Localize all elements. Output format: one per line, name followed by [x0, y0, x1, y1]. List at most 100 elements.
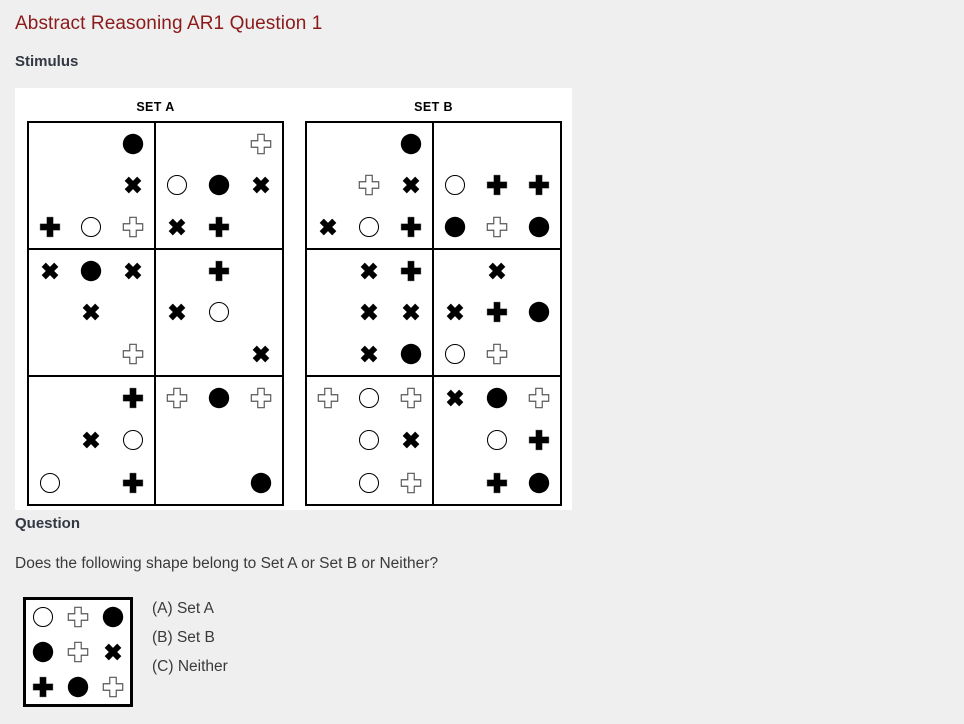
filled-plus-icon [480, 168, 514, 202]
shape-slot [434, 250, 476, 292]
shape-slot [156, 292, 198, 334]
shape-slot [476, 292, 518, 334]
stimulus-heading: Stimulus [15, 53, 79, 70]
shape-slot [390, 333, 432, 375]
shape-slot [26, 600, 61, 635]
filled-circle-icon [480, 381, 514, 415]
option-c[interactable]: (C) Neither [152, 652, 228, 681]
shape-slot [349, 333, 391, 375]
shape-slot [198, 419, 240, 461]
set-b-heading: SET B [414, 100, 453, 114]
shape-layout-grid [156, 377, 283, 504]
filled-plus-icon [202, 254, 236, 288]
set-a-heading: SET A [136, 100, 175, 114]
shape-layout-grid [434, 377, 561, 504]
shape-slot [307, 419, 349, 461]
x-cross-icon [244, 168, 278, 202]
shape-slot [390, 206, 432, 248]
shape-slot [112, 292, 154, 334]
set-b-cell-4 [433, 250, 560, 377]
filled-circle-icon [394, 337, 428, 371]
open-plus-icon [116, 210, 150, 244]
shape-slot [29, 206, 71, 248]
shape-slot [198, 292, 240, 334]
filled-plus-icon [116, 466, 150, 500]
shape-slot [434, 123, 476, 165]
shape-slot [390, 165, 432, 207]
x-cross-icon [438, 381, 472, 415]
open-circle-icon [480, 423, 514, 457]
shape-slot [198, 123, 240, 165]
set-b-grid [305, 121, 562, 506]
shape-slot [29, 419, 71, 461]
open-plus-icon [352, 168, 386, 202]
x-cross-icon [352, 295, 386, 329]
shape-slot [476, 123, 518, 165]
filled-circle-icon [522, 466, 556, 500]
shape-slot [307, 462, 349, 504]
shape-slot [112, 250, 154, 292]
shape-slot [71, 419, 113, 461]
open-plus-icon [522, 381, 556, 415]
set-a-cell-4 [155, 250, 282, 377]
shape-slot [61, 635, 96, 670]
page-root: Abstract Reasoning AR1 Question 1 Stimul… [0, 0, 964, 724]
shape-slot [390, 123, 432, 165]
candidate-shape-panel [23, 597, 133, 707]
open-circle-icon [160, 168, 194, 202]
shape-slot [240, 333, 282, 375]
set-a-cell-2 [155, 123, 282, 250]
shape-slot [95, 669, 130, 704]
filled-plus-icon [522, 168, 556, 202]
shape-layout-grid [307, 250, 432, 375]
candidate-shape-grid [26, 600, 130, 704]
shape-slot [349, 165, 391, 207]
open-plus-icon [116, 337, 150, 371]
shape-slot [518, 462, 560, 504]
filled-plus-icon [480, 466, 514, 500]
shape-slot [198, 333, 240, 375]
shape-slot [156, 165, 198, 207]
shape-slot [61, 669, 96, 704]
open-plus-icon [244, 127, 278, 161]
option-b[interactable]: (B) Set B [152, 623, 228, 652]
x-cross-icon [394, 423, 428, 457]
filled-plus-icon [33, 210, 67, 244]
shape-slot [156, 377, 198, 419]
open-circle-icon [26, 600, 60, 634]
shape-slot [307, 250, 349, 292]
open-circle-icon [202, 295, 236, 329]
shape-slot [307, 123, 349, 165]
shape-slot [307, 165, 349, 207]
x-cross-icon [96, 635, 130, 669]
shape-layout-grid [307, 123, 432, 248]
shape-slot [434, 377, 476, 419]
shape-slot [434, 292, 476, 334]
open-circle-icon [352, 381, 386, 415]
answer-options: (A) Set A (B) Set B (C) Neither [152, 594, 228, 681]
shape-slot [240, 206, 282, 248]
shape-layout-grid [29, 250, 154, 375]
x-cross-icon [352, 337, 386, 371]
filled-plus-icon [202, 210, 236, 244]
x-cross-icon [438, 295, 472, 329]
x-cross-icon [74, 295, 108, 329]
open-plus-icon [61, 635, 95, 669]
shape-slot [71, 123, 113, 165]
x-cross-icon [116, 168, 150, 202]
filled-circle-icon [244, 466, 278, 500]
shape-slot [71, 292, 113, 334]
shape-slot [476, 462, 518, 504]
shape-slot [518, 292, 560, 334]
x-cross-icon [74, 423, 108, 457]
shape-slot [518, 377, 560, 419]
shape-slot [198, 165, 240, 207]
set-b-cell-6 [433, 377, 561, 504]
shape-slot [518, 206, 560, 248]
filled-plus-icon [394, 254, 428, 288]
option-a[interactable]: (A) Set A [152, 594, 228, 623]
shape-slot [71, 206, 113, 248]
shape-slot [518, 333, 560, 375]
shape-slot [518, 250, 560, 292]
filled-circle-icon [522, 295, 556, 329]
